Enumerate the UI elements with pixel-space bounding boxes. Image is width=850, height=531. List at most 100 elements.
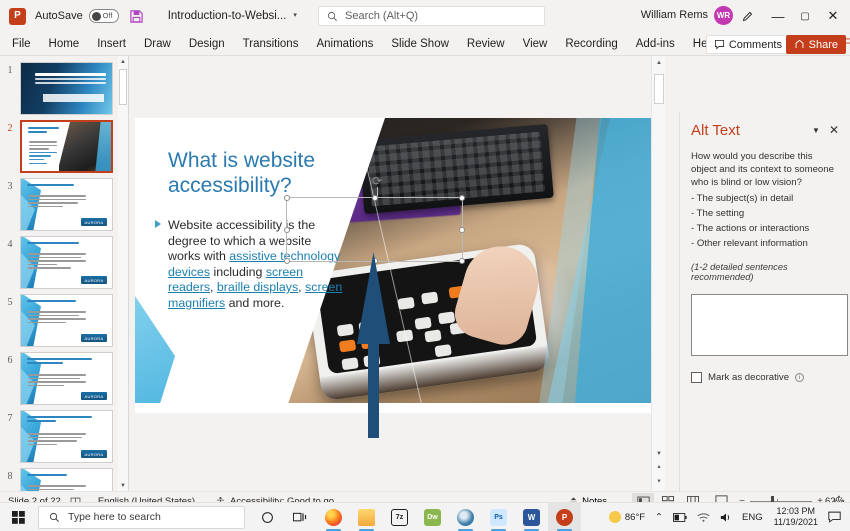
title-bar: P AutoSave Off Introduction-to-Websi... … [0,0,850,32]
resize-handle-middle-left[interactable] [284,226,290,233]
tab-insert[interactable]: Insert [88,32,135,56]
tab-draw[interactable]: Draw [135,32,180,56]
up-arrow-shape[interactable] [357,252,390,438]
task-view-icon[interactable] [284,503,317,531]
slide-preview[interactable]: AURORA [20,236,113,289]
chevron-up-icon[interactable]: ⌃ [650,512,668,523]
firefox-icon[interactable] [317,503,350,531]
resize-handle-bottom-left[interactable] [284,258,290,264]
slide-canvas[interactable]: What is website accessibility? Website a… [135,118,660,413]
tab-slide-show[interactable]: Slide Show [382,32,458,56]
search-icon [49,512,59,522]
language-indicator[interactable]: ENG [737,512,768,523]
resize-handle-top-left[interactable] [284,195,290,201]
tab-transitions[interactable]: Transitions [234,32,308,56]
cortana-icon[interactable] [251,503,284,531]
search-input[interactable]: Search (Alt+Q) [318,6,545,26]
slide-thumbnail-5[interactable]: 5 AURORA [0,294,118,347]
slide-preview[interactable]: AURORA [20,178,113,231]
slide-title[interactable]: What is website accessibility? [168,148,353,198]
chevron-down-icon[interactable]: ▼ [652,447,666,461]
autosave-toggle[interactable]: Off [88,9,119,23]
clock-date: 11/19/2021 [773,517,818,527]
chevron-up-icon[interactable]: ▲ [118,56,128,67]
scrollbar-thumb[interactable] [654,74,664,104]
alt-text-description-2: - The subject(s) in detail [691,192,794,204]
slide-preview[interactable] [20,120,113,173]
powerpoint-window: P AutoSave Off Introduction-to-Websi... … [0,0,850,531]
battery-icon[interactable] [668,512,692,522]
resize-handle-middle-right[interactable] [459,226,465,233]
slide-thumbnail-3[interactable]: 3 AURORA [0,178,118,231]
slide-thumbnail-4[interactable]: 4 AURORA [0,236,118,289]
alt-text-input[interactable] [691,294,848,357]
dreamweaver-icon[interactable]: Dw [416,503,449,531]
link-braille-displays[interactable]: braille displays [217,280,298,294]
file-explorer-icon[interactable] [350,503,383,531]
resize-handle-bottom-right[interactable] [459,258,465,264]
steam-icon[interactable] [449,503,482,531]
scrollbar-thumb[interactable] [119,69,127,105]
tab-add-ins[interactable]: Add-ins [627,32,684,56]
tab-recording[interactable]: Recording [556,32,626,56]
slide-thumbnail-6[interactable]: 6 AURORA [0,352,118,405]
close-icon[interactable]: ✕ [829,123,839,137]
slide-preview[interactable] [20,62,113,115]
tab-view[interactable]: View [514,32,557,56]
powerpoint-icon[interactable]: P [548,502,581,531]
7zip-icon[interactable]: 7z [383,503,416,531]
chevron-down-icon[interactable]: ▼ [118,480,128,491]
clock[interactable]: 12:03 PM 11/19/2021 [768,506,824,528]
photoshop-icon[interactable]: Ps [482,503,515,531]
search-icon [327,11,337,21]
wifi-icon[interactable] [692,512,715,523]
info-icon[interactable]: i [795,373,805,383]
slide-preview[interactable]: AURORA [20,294,113,347]
tab-file[interactable]: File [3,32,40,56]
alt-text-title: Alt Text [691,121,740,139]
slide-preview[interactable]: AURORA [20,410,113,463]
pen-icon[interactable] [730,0,764,32]
chevron-down-icon[interactable]: ▼ [812,126,829,135]
resize-handle-top-right[interactable] [459,195,465,201]
save-icon[interactable] [129,9,144,24]
chevron-up-icon[interactable]: ▲ [652,56,666,70]
chevron-down-icon[interactable]: ▾ [293,11,297,19]
next-slide-button[interactable]: ⯆ [652,475,666,489]
weather-widget[interactable]: 86°F [604,511,650,523]
document-title[interactable]: Introduction-to-Websi... [168,10,287,22]
slide-number: 4 [7,239,13,250]
resize-handle-top-center[interactable] [371,195,378,201]
mark-as-decorative-checkbox[interactable] [691,372,702,384]
slide-thumbnail-8[interactable]: 8 [0,468,118,491]
slide-thumbnail-1[interactable]: 1 [0,62,118,115]
taskbar-search-input[interactable]: Type here to search [38,505,245,529]
share-button[interactable]: Share [785,35,846,54]
previous-slide-button[interactable]: ⯅ [652,461,666,475]
mark-as-decorative-row[interactable]: Mark as decorative i [691,372,839,384]
slide-thumbnail-7[interactable]: 7 AURORA [0,410,118,463]
windows-start-icon[interactable] [0,503,36,531]
slide-preview[interactable] [20,468,113,491]
slide-number: 2 [7,123,13,134]
slide-thumbnail-pane[interactable]: 1 2 3 AURORA 4 AURORA 5 AURORA 6 AURORA … [0,56,128,491]
arrow-shaft [368,332,379,438]
slide-preview[interactable]: AURORA [20,352,113,405]
slide-number: 5 [7,297,13,308]
tab-animations[interactable]: Animations [307,32,382,56]
tab-design[interactable]: Design [180,32,234,56]
autosave-state: Off [102,12,113,20]
thumbnail-scrollbar[interactable]: ▲ ▼ [118,56,128,491]
canvas-scrollbar[interactable]: ▲ ▼ ⯅ ⯆ [651,56,665,491]
rotate-handle-icon[interactable]: ⟳ [370,174,384,188]
close-button[interactable]: ✕ [816,0,850,32]
notification-icon[interactable] [824,511,850,523]
slide-thumbnail-2[interactable]: 2 [0,120,118,173]
word-icon[interactable]: W [515,503,548,531]
tab-review[interactable]: Review [458,32,514,56]
comments-button[interactable]: Comments [705,35,790,54]
taskbar-search-placeholder: Type here to search [68,511,161,523]
volume-icon[interactable] [715,512,737,523]
tab-home[interactable]: Home [40,32,89,56]
alt-text-description-1: How would you describe this object and i… [691,151,834,189]
